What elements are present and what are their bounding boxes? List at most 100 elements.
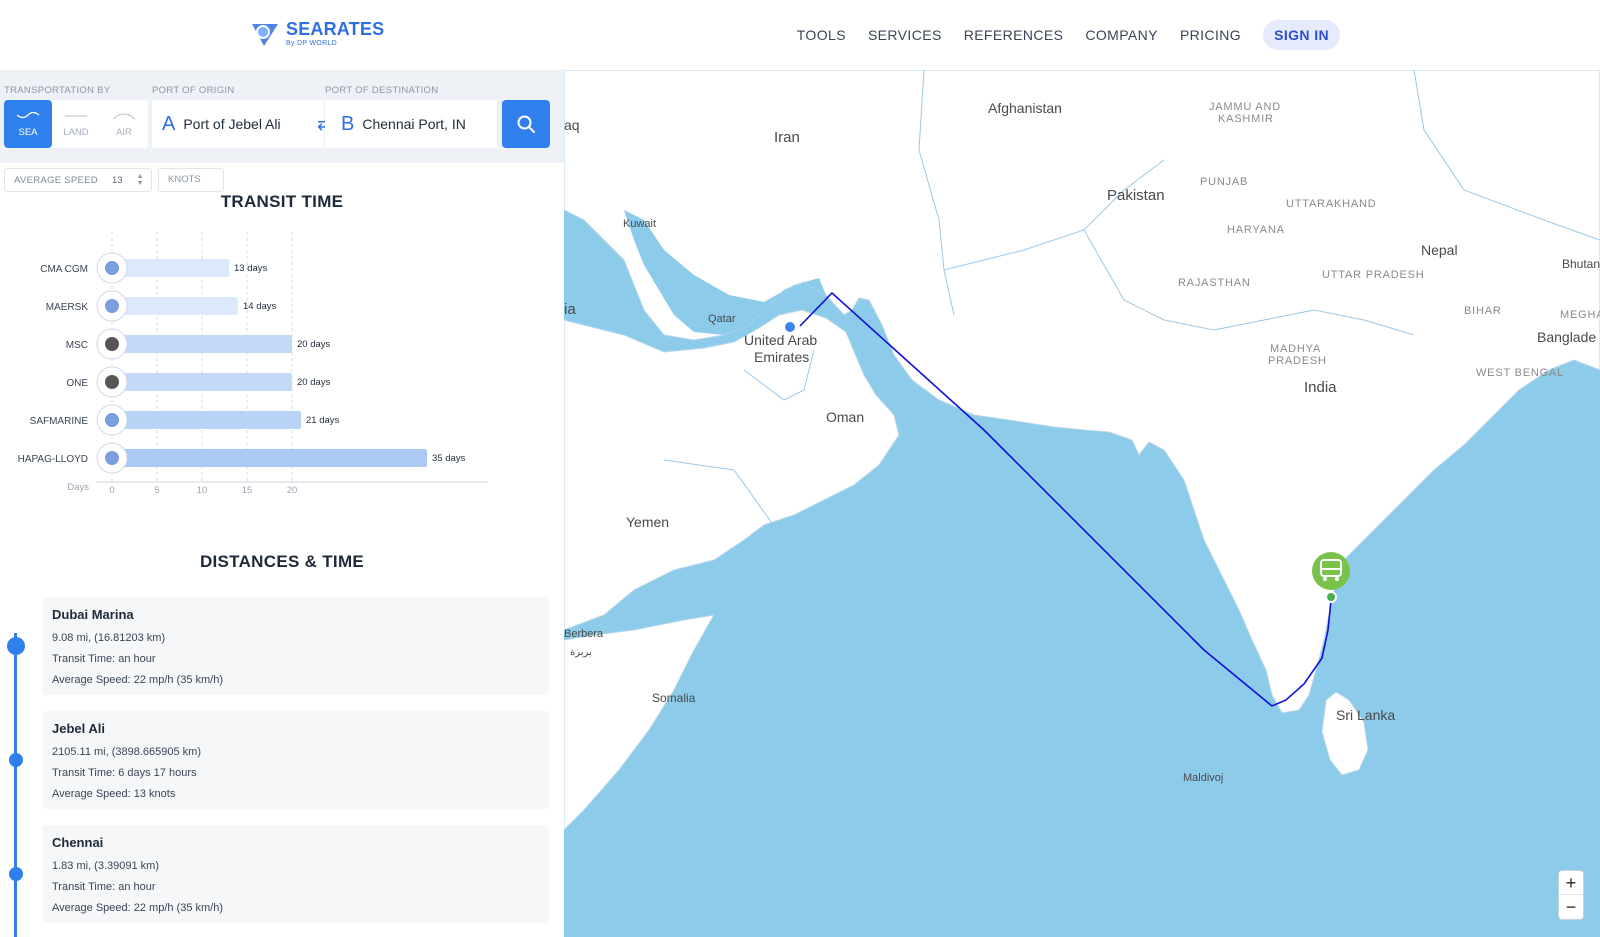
map-label-somalia: Somalia bbox=[652, 691, 696, 705]
carrier-logo-mark bbox=[105, 413, 119, 427]
search-button[interactable] bbox=[502, 100, 550, 148]
carrier-logo-mark bbox=[105, 337, 119, 351]
route-timeline bbox=[14, 633, 17, 937]
transit-bar bbox=[112, 449, 427, 467]
destination-label: PORT OF DESTINATION bbox=[325, 85, 439, 96]
carrier-logo-mark bbox=[105, 451, 119, 465]
transit-bar bbox=[112, 335, 292, 353]
destination-input[interactable]: B Chennai Port, IN bbox=[325, 100, 497, 148]
map-label-uae-2: Emirates bbox=[754, 349, 809, 365]
road-icon bbox=[65, 114, 87, 117]
timeline-dot bbox=[9, 867, 23, 881]
leg-card-jebel-ali: Jebel Ali 2105.11 mi, (3898.665905 km) T… bbox=[42, 711, 549, 809]
region-label-megha: MEGHA bbox=[1560, 309, 1600, 321]
region-label-west-bengal: WEST BENGAL bbox=[1476, 367, 1564, 379]
map-label-kuwait: Kuwait bbox=[623, 218, 656, 230]
region-label-haryana: HARYANA bbox=[1227, 224, 1285, 236]
origin-marker-letter: A bbox=[162, 112, 176, 135]
searates-logo[interactable]: SEARATES By DP WORLD bbox=[250, 18, 384, 48]
origin-input[interactable]: A Port of Jebel Ali bbox=[152, 100, 324, 148]
carrier-logo-mark bbox=[105, 261, 119, 275]
average-speed-input[interactable]: AVERAGE SPEED 13 ▲ ▼ bbox=[4, 168, 152, 192]
mode-sea-label: SEA bbox=[18, 126, 38, 138]
mode-air[interactable]: AIR bbox=[100, 100, 148, 148]
leg-name: Chennai bbox=[52, 835, 104, 850]
leg-name: Jebel Ali bbox=[52, 721, 105, 736]
map-label-afghanistan: Afghanistan bbox=[988, 100, 1062, 116]
transit-bar bbox=[112, 373, 292, 391]
map-label-arabia: ia bbox=[564, 301, 576, 318]
map-label-yemen: Yemen bbox=[626, 514, 669, 530]
zoom-out-button[interactable]: − bbox=[1559, 895, 1583, 919]
map-canvas[interactable]: Iran Afghanistan Pakistan India Nepal Bh… bbox=[564, 70, 1600, 937]
nav-pricing[interactable]: PRICING bbox=[1180, 20, 1241, 50]
x-tick-label: 20 bbox=[287, 485, 298, 496]
mode-land[interactable]: LAND bbox=[52, 100, 100, 148]
transport-label: TRANSPORTATION BY bbox=[4, 85, 111, 96]
origin-label: PORT OF ORIGIN bbox=[152, 85, 235, 96]
transit-bar bbox=[112, 411, 301, 429]
map-label-india: India bbox=[1304, 379, 1337, 396]
leg-card-dubai-marina: Dubai Marina 9.08 mi, (16.81203 km) Tran… bbox=[42, 597, 549, 695]
top-header: SEARATES By DP WORLD TOOLS SERVICES REFE… bbox=[0, 0, 1600, 70]
map-label-maldives: Maldivoj bbox=[1183, 772, 1223, 784]
map-label-bhutan: Bhutan bbox=[1562, 257, 1600, 271]
carrier-label: MSC bbox=[66, 340, 88, 351]
region-label-bihar: BIHAR bbox=[1464, 305, 1502, 317]
sign-in-button[interactable]: SIGN IN bbox=[1263, 20, 1340, 50]
distances-title: DISTANCES & TIME bbox=[199, 552, 365, 571]
region-label-madhya: MADHYA bbox=[1270, 343, 1321, 355]
map-label-nepal: Nepal bbox=[1421, 242, 1458, 258]
nav-company[interactable]: COMPANY bbox=[1085, 20, 1158, 50]
x-axis-label: Days bbox=[67, 482, 89, 493]
transit-bar bbox=[112, 259, 229, 277]
search-icon bbox=[517, 115, 535, 133]
truck-marker-icon[interactable] bbox=[1312, 552, 1350, 590]
transit-time-chart: 0 5 10 15 20 Days CMA CGM 13 days MAERSK 14 days M… bbox=[18, 232, 488, 496]
timeline-start-dot bbox=[7, 637, 25, 655]
leg-name: Dubai Marina bbox=[52, 607, 134, 622]
mode-sea[interactable]: SEA bbox=[4, 100, 52, 148]
bar-data-label: 20 days bbox=[297, 339, 331, 350]
leg-speed: Average Speed: 13 knots bbox=[52, 788, 176, 800]
region-label-kashmir: KASHMIR bbox=[1218, 113, 1274, 125]
carrier-label: ONE bbox=[66, 378, 88, 389]
mode-air-label: AIR bbox=[116, 126, 132, 138]
route-map[interactable]: Iran Afghanistan Pakistan India Nepal Bh… bbox=[564, 70, 1600, 937]
carrier-logo-mark bbox=[105, 299, 119, 313]
flight-arc-icon bbox=[112, 112, 136, 119]
transit-bar bbox=[112, 297, 238, 315]
destination-pin[interactable] bbox=[1325, 591, 1337, 603]
x-tick-label: 10 bbox=[197, 485, 208, 496]
transit-time-title: TRANSIT TIME bbox=[220, 192, 344, 211]
region-label-uttar-pradesh: UTTAR PRADESH bbox=[1322, 269, 1424, 281]
speed-stepper-icon[interactable]: ▲ ▼ bbox=[137, 173, 144, 187]
route-search-bar: TRANSPORTATION BY PORT OF ORIGIN PORT OF… bbox=[0, 70, 564, 163]
map-label-berbera: Berbera bbox=[564, 628, 604, 640]
bar-data-label: 21 days bbox=[306, 415, 340, 426]
carrier-label: CMA CGM bbox=[40, 264, 88, 275]
brand-subtitle: By DP WORLD bbox=[286, 39, 338, 47]
leg-speed: Average Speed: 22 mp/h (35 km/h) bbox=[52, 902, 224, 914]
brand-name: SEARATES bbox=[286, 18, 385, 39]
zoom-in-button[interactable]: + bbox=[1559, 871, 1583, 895]
map-label-berbera-arabic: بربرة bbox=[570, 647, 592, 658]
nav-services[interactable]: SERVICES bbox=[868, 20, 942, 50]
leg-distance: 9.08 mi, (16.81203 km) bbox=[52, 632, 166, 644]
leg-speed: Average Speed: 22 mp/h (35 km/h) bbox=[52, 674, 224, 686]
nav-references[interactable]: REFERENCES bbox=[964, 20, 1064, 50]
main-nav: TOOLS SERVICES REFERENCES COMPANY PRICIN… bbox=[775, 20, 1340, 50]
map-label-iraq: aq bbox=[564, 117, 580, 133]
logo-icon bbox=[252, 24, 278, 46]
map-label-iran: Iran bbox=[774, 129, 800, 146]
region-label-jammu: JAMMU AND bbox=[1209, 101, 1281, 113]
map-label-sri-lanka: Sri Lanka bbox=[1336, 707, 1395, 723]
region-label-rajasthan: RAJASTHAN bbox=[1178, 277, 1251, 289]
timeline-dot bbox=[9, 753, 23, 767]
leg-card-chennai: Chennai 1.83 mi, (3.39091 km) Transit Ti… bbox=[42, 825, 549, 923]
speed-unit-select[interactable]: KNOTS bbox=[158, 168, 224, 192]
mode-land-label: LAND bbox=[63, 126, 89, 138]
carrier-label: MAERSK bbox=[46, 302, 89, 313]
speed-value: 13 bbox=[111, 174, 123, 186]
nav-tools[interactable]: TOOLS bbox=[797, 20, 846, 50]
